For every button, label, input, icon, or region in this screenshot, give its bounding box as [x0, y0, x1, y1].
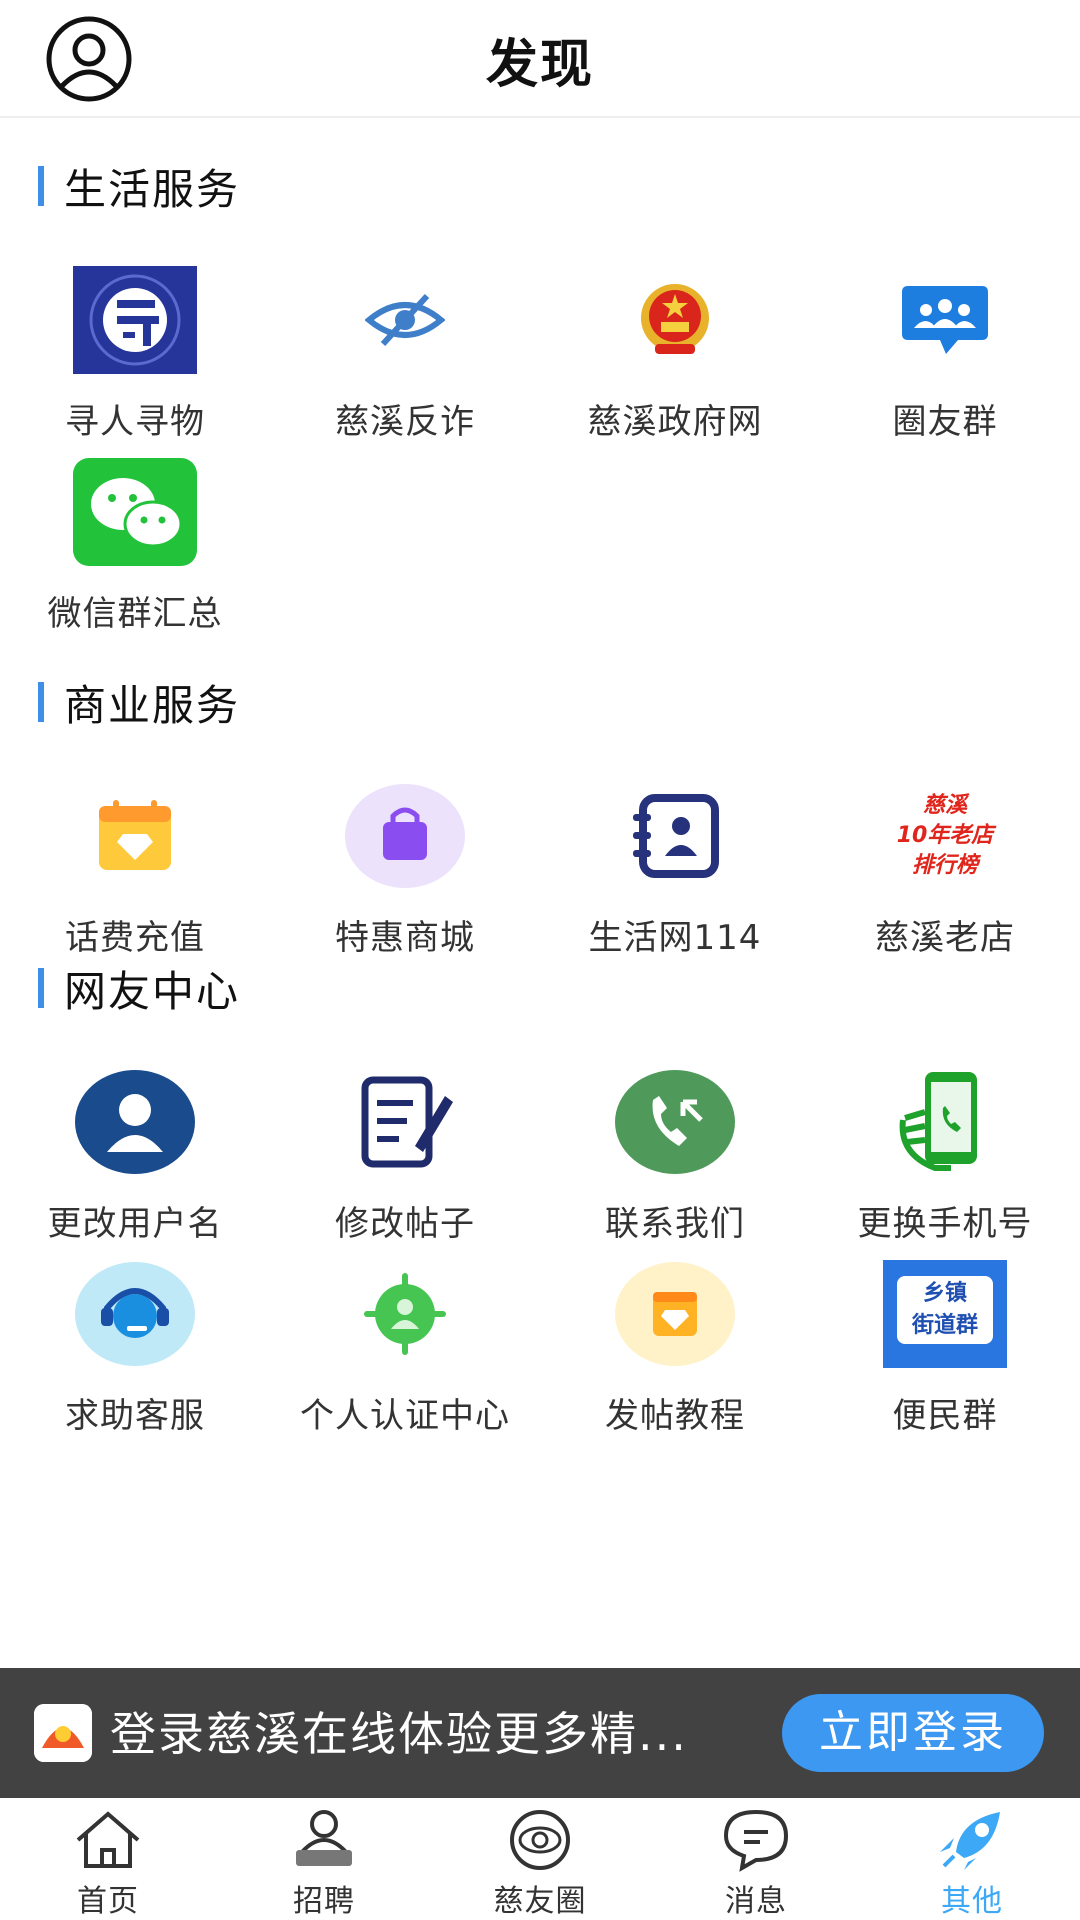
tile-label: 联系我们 — [605, 1204, 745, 1244]
message-bubble-icon — [716, 1806, 796, 1874]
section-life-services: 生活服务 寻人寻物 慈溪反诈 慈溪政府网 圈友群 微信群汇总 — [0, 118, 1080, 642]
old-shop-ranking-icon: 慈溪 10年老店 排行榜 — [883, 774, 1007, 898]
tile-find-person[interactable]: 寻人寻物 — [0, 258, 270, 450]
login-banner: 登录慈溪在线体验更多精... 立即登录 — [0, 1668, 1080, 1798]
hand-phone-icon — [883, 1060, 1007, 1184]
contact-book-icon — [613, 774, 737, 898]
anti-fraud-eye-icon — [343, 258, 467, 382]
login-banner-text: 登录慈溪在线体验更多精... — [110, 1707, 688, 1761]
user-profile-icon — [73, 1060, 197, 1184]
tile-certification-center[interactable]: 个人认证中心 — [270, 1252, 540, 1444]
recruit-icon — [284, 1806, 364, 1874]
section-accent-bar — [38, 682, 44, 722]
section-title: 商业服务 — [64, 681, 241, 730]
badge-line: 街道群 — [911, 1313, 978, 1338]
tab-label: 消息 — [725, 1884, 787, 1919]
section-title: 生活服务 — [64, 165, 241, 214]
recharge-calendar-icon — [73, 774, 197, 898]
section-accent-bar — [38, 166, 44, 206]
tile-change-phone[interactable]: 更换手机号 — [810, 1060, 1080, 1252]
section-accent-bar — [38, 968, 44, 1008]
tile-label: 更改用户名 — [47, 1204, 223, 1244]
badge-line: 10年老店 — [896, 823, 994, 848]
tile-label: 修改帖子 — [335, 1204, 475, 1244]
shopping-bag-icon — [343, 774, 467, 898]
top-header: 发现 — [0, 0, 1080, 118]
tile-wechat-groups[interactable]: 微信群汇总 — [0, 450, 270, 642]
tab-label: 首页 — [77, 1884, 139, 1919]
badge-line: 排行榜 — [911, 853, 978, 878]
circle-planet-icon — [500, 1806, 580, 1874]
tile-label: 微信群汇总 — [47, 594, 223, 634]
certification-icon — [343, 1252, 467, 1376]
tab-home[interactable]: 首页 — [0, 1798, 216, 1920]
tile-posting-tutorial[interactable]: 发帖教程 — [540, 1252, 810, 1444]
tab-circle[interactable]: 慈友圈 — [432, 1798, 648, 1920]
app-logo-icon — [34, 1704, 92, 1762]
find-person-icon — [73, 258, 197, 382]
tile-help-support[interactable]: 求助客服 — [0, 1252, 270, 1444]
tile-label: 发帖教程 — [605, 1396, 745, 1436]
tile-anti-fraud[interactable]: 慈溪反诈 — [270, 258, 540, 450]
tile-convenience-group[interactable]: 乡镇 街道群 便民群 — [810, 1252, 1080, 1444]
tile-gov-site[interactable]: 慈溪政府网 — [540, 258, 810, 450]
national-emblem-icon — [613, 258, 737, 382]
section-business-services: 商业服务 话费充值 特惠商城 生活网114 慈溪 10年老店 排行榜 慈溪老店 — [0, 634, 1080, 966]
section-title: 网友中心 — [64, 967, 241, 1016]
tab-label: 慈友圈 — [493, 1884, 587, 1919]
phone-call-icon — [613, 1060, 737, 1184]
page-title: 发现 — [485, 35, 594, 95]
tab-label: 招聘 — [293, 1884, 355, 1919]
group-chat-icon — [883, 258, 1007, 382]
tile-circle-group[interactable]: 圈友群 — [810, 258, 1080, 450]
tile-label: 个人认证中心 — [300, 1396, 510, 1436]
town-group-icon: 乡镇 街道群 — [883, 1252, 1007, 1376]
tile-label: 慈溪反诈 — [335, 402, 475, 442]
tile-label: 便民群 — [892, 1396, 998, 1436]
headset-icon — [73, 1252, 197, 1376]
tutorial-icon — [613, 1252, 737, 1376]
tab-recruit[interactable]: 招聘 — [216, 1798, 432, 1920]
wechat-icon — [73, 450, 197, 574]
tile-label: 寻人寻物 — [65, 402, 205, 442]
rocket-icon — [932, 1806, 1012, 1874]
bottom-tabbar: 首页 招聘 慈友圈 消息 其他 — [0, 1798, 1080, 1920]
tab-other[interactable]: 其他 — [864, 1798, 1080, 1920]
tile-contact-us[interactable]: 联系我们 — [540, 1060, 810, 1252]
tile-change-username[interactable]: 更改用户名 — [0, 1060, 270, 1252]
tile-label: 求助客服 — [65, 1396, 205, 1436]
badge-line: 乡镇 — [922, 1281, 967, 1306]
home-icon — [68, 1806, 148, 1874]
badge-line: 慈溪 — [922, 793, 967, 818]
edit-post-icon — [343, 1060, 467, 1184]
login-button[interactable]: 立即登录 — [782, 1694, 1044, 1772]
section-user-center: 网友中心 更改用户名 修改帖子 联系我们 更换手机号 求助客服 个人认证中心 发… — [0, 920, 1080, 1444]
tab-label: 其他 — [941, 1884, 1003, 1919]
tile-label: 更换手机号 — [857, 1204, 1033, 1244]
tile-edit-post[interactable]: 修改帖子 — [270, 1060, 540, 1252]
tab-messages[interactable]: 消息 — [648, 1798, 864, 1920]
tile-label: 慈溪政府网 — [587, 402, 763, 442]
tile-label: 圈友群 — [892, 402, 998, 442]
